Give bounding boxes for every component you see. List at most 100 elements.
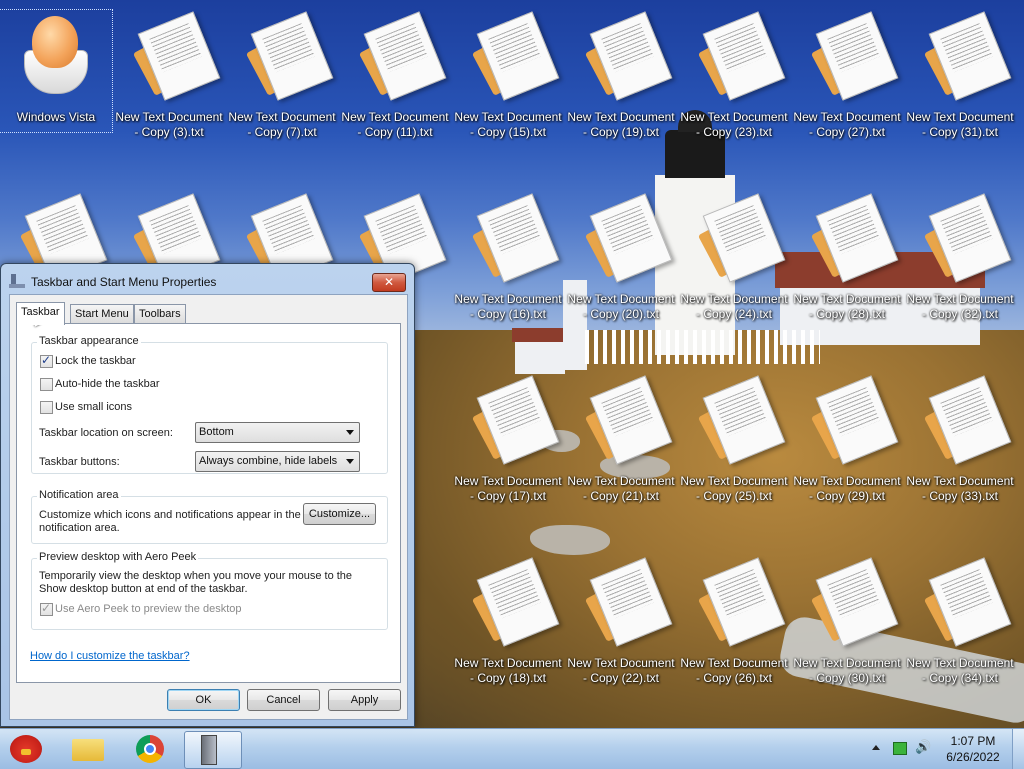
desktop-icon-text-file[interactable]: New Text Document - Copy (16).txt [452, 192, 564, 321]
lock-taskbar-label: Lock the taskbar [55, 355, 136, 367]
desktop-icon-label: New Text Document - Copy (11).txt [341, 110, 449, 139]
desktop-icon-text-file[interactable]: New Text Document - Copy (18).txt [452, 556, 564, 685]
text-document-icon [810, 11, 899, 101]
text-document-icon [697, 11, 786, 101]
desktop-icon-label: New Text Document - Copy (29).txt [793, 474, 901, 503]
text-document-icon [584, 557, 673, 647]
chevron-down-icon [346, 459, 354, 464]
vista-egg-icon [22, 16, 94, 96]
text-document-icon [358, 11, 447, 101]
desktop-icon-text-file[interactable]: New Text Document - Copy (23).txt [678, 10, 790, 139]
aero-peek-label: Use Aero Peek to preview the desktop [55, 603, 242, 615]
tab-taskbar[interactable]: Taskbar [16, 302, 65, 325]
chevron-down-icon [346, 430, 354, 435]
volume-icon[interactable]: 🔊 [915, 740, 931, 756]
desktop-icon-text-file[interactable]: New Text Document - Copy (15).txt [452, 10, 564, 139]
group-heading: Preview desktop with Aero Peek [37, 551, 199, 563]
desktop-icon-text-file[interactable]: New Text Document - Copy (27).txt [791, 10, 903, 139]
lock-taskbar-checkbox[interactable]: ✓ [40, 353, 53, 368]
taskbar-properties-dialog[interactable]: Taskbar and Start Menu Properties ✕ Task… [0, 263, 415, 727]
group-heading: Taskbar appearance [37, 335, 141, 347]
tab-start-menu[interactable]: Start Menu [70, 304, 134, 323]
show-desktop-button[interactable] [1012, 729, 1024, 769]
desktop-icon-text-file[interactable]: New Text Document - Copy (26).txt [678, 556, 790, 685]
text-document-icon [584, 193, 673, 283]
group-heading: Notification area [37, 489, 121, 501]
text-document-icon [471, 11, 560, 101]
desktop-icon-text-file[interactable]: New Text Document - Copy (33).txt [904, 374, 1016, 503]
desktop-icon-label: New Text Document - Copy (22).txt [567, 656, 675, 685]
show-hidden-icons-icon[interactable] [872, 745, 880, 750]
desktop-icon-label: New Text Document - Copy (26).txt [680, 656, 788, 685]
desktop-icon-text-file[interactable]: New Text Document - Copy (22).txt [565, 556, 677, 685]
taskbar[interactable]: 🔊 1:07 PM 6/26/2022 [0, 728, 1024, 769]
apply-button[interactable]: Apply [328, 689, 401, 711]
desktop-icon-text-file[interactable]: New Text Document - Copy (17).txt [452, 374, 564, 503]
desktop-icon-text-file[interactable]: New Text Document - Copy (34).txt [904, 556, 1016, 685]
clock-date: 6/26/2022 [946, 750, 1000, 764]
desktop-icon-label: New Text Document - Copy (19).txt [567, 110, 675, 139]
taskbar-button-angry-birds[interactable] [0, 731, 56, 767]
taskbar-button-explorer[interactable] [60, 731, 116, 767]
customize-button[interactable]: Customize... [303, 503, 376, 525]
desktop-icon-text-file[interactable]: New Text Document - Copy (24).txt [678, 192, 790, 321]
dialog-titlebar[interactable]: Taskbar and Start Menu Properties ✕ [1, 264, 414, 294]
taskbar-location-select[interactable]: Bottom [195, 422, 360, 443]
help-link[interactable]: How do I customize the taskbar? [30, 650, 190, 662]
taskbar-button-properties[interactable] [184, 731, 242, 769]
location-label: Taskbar location on screen: [39, 427, 173, 439]
desktop-icon-text-file[interactable]: New Text Document - Copy (29).txt [791, 374, 903, 503]
wallpaper-roof [512, 328, 568, 342]
desktop-icon-text-file[interactable]: New Text Document - Copy (30).txt [791, 556, 903, 685]
desktop-icon-text-file[interactable]: New Text Document - Copy (31).txt [904, 10, 1016, 139]
select-value: Bottom [199, 426, 234, 438]
desktop-icon-text-file[interactable]: New Text Document - Copy (3).txt [113, 10, 225, 139]
taskbar-buttons-select[interactable]: Always combine, hide labels [195, 451, 360, 472]
text-document-icon [245, 11, 334, 101]
desktop-icon-label: New Text Document - Copy (30).txt [793, 656, 901, 685]
network-icon[interactable] [893, 742, 907, 755]
tab-toolbars[interactable]: Toolbars [134, 304, 186, 323]
desktop-icon-label: New Text Document - Copy (21).txt [567, 474, 675, 503]
ok-button[interactable]: OK [167, 689, 240, 711]
desktop-icon-text-file[interactable]: New Text Document - Copy (7).txt [226, 10, 338, 139]
desktop-icon-label: New Text Document - Copy (15).txt [454, 110, 562, 139]
text-document-icon [697, 193, 786, 283]
desktop-icon-text-file[interactable]: New Text Document - Copy (11).txt [339, 10, 451, 139]
desktop-icon-windows-vista[interactable]: Windows Vista [0, 9, 113, 133]
select-value: Always combine, hide labels [199, 455, 338, 467]
text-document-icon [584, 11, 673, 101]
desktop-icon-text-file[interactable]: New Text Document - Copy (19).txt [565, 10, 677, 139]
desktop-icon-text-file[interactable]: New Text Document - Copy (32).txt [904, 192, 1016, 321]
close-button[interactable]: ✕ [372, 273, 406, 292]
desktop-icon-label: New Text Document - Copy (32).txt [906, 292, 1014, 321]
tab-panel-taskbar: Taskbar appearance ✓ Lock the taskbar Au… [16, 323, 401, 683]
desktop-icon-label: New Text Document - Copy (33).txt [906, 474, 1014, 503]
desktop-icon-text-file[interactable]: New Text Document - Copy (20).txt [565, 192, 677, 321]
desktop-icon-label: New Text Document - Copy (17).txt [454, 474, 562, 503]
text-document-icon [923, 557, 1012, 647]
aero-peek-description: Temporarily view the desktop when you mo… [39, 570, 353, 595]
cancel-button[interactable]: Cancel [247, 689, 320, 711]
desktop-icon-label: New Text Document - Copy (28).txt [793, 292, 901, 321]
taskbar-properties-icon [9, 274, 25, 288]
clock[interactable]: 1:07 PM 6/26/2022 [940, 733, 1006, 765]
taskbar-button-chrome[interactable] [124, 731, 180, 767]
wallpaper-house [515, 340, 565, 374]
angry-birds-icon [10, 735, 42, 763]
text-document-icon [923, 375, 1012, 465]
desktop-icon-text-file[interactable]: New Text Document - Copy (21).txt [565, 374, 677, 503]
small-icons-checkbox[interactable] [40, 401, 53, 414]
text-document-icon [471, 557, 560, 647]
text-document-icon [132, 11, 221, 101]
aero-peek-checkbox[interactable]: ✓ [40, 601, 53, 616]
dialog-title: Taskbar and Start Menu Properties [31, 275, 217, 289]
desktop-icon-text-file[interactable]: New Text Document - Copy (25).txt [678, 374, 790, 503]
desktop-icon-text-file[interactable]: New Text Document - Copy (28).txt [791, 192, 903, 321]
text-document-icon [810, 375, 899, 465]
desktop-icon-label: New Text Document - Copy (16).txt [454, 292, 562, 321]
text-document-icon [471, 375, 560, 465]
auto-hide-checkbox[interactable] [40, 378, 53, 391]
dialog-client-area: Taskbar Start Menu Toolbars Taskbar appe… [9, 294, 408, 720]
buttons-label: Taskbar buttons: [39, 456, 120, 468]
